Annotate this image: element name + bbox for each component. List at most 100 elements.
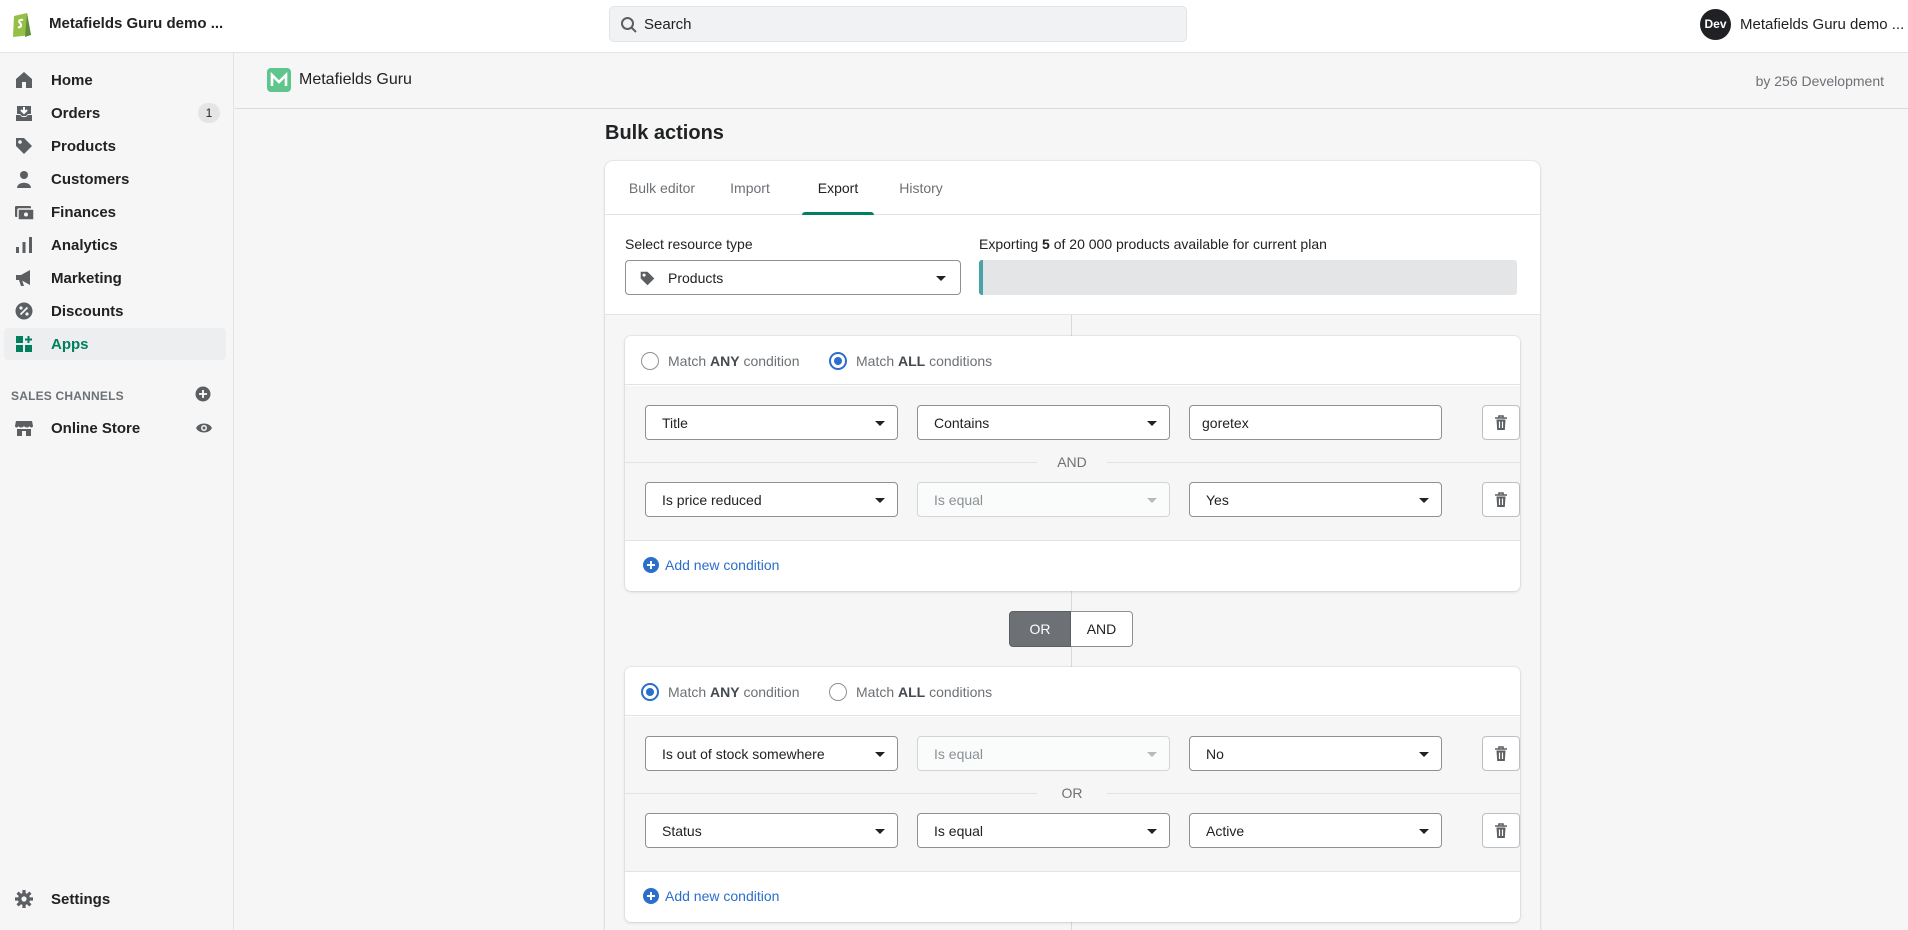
sidebar-item-settings[interactable]: Settings: [4, 883, 226, 915]
sidebar-item-online-store[interactable]: Online Store: [4, 412, 226, 444]
search-input[interactable]: [644, 7, 1174, 41]
tag-icon: [640, 271, 655, 286]
export-quota-progress: [979, 260, 1517, 295]
match-all-label[interactable]: Match ALL conditions: [856, 353, 992, 369]
finances-icon: [15, 206, 34, 221]
delete-condition-button[interactable]: [1482, 736, 1520, 771]
app-logo-icon: [267, 68, 291, 92]
caret-down-icon: [875, 829, 885, 834]
sidebar-item-marketing[interactable]: Marketing: [4, 262, 226, 294]
match-any-label[interactable]: Match ANY condition: [668, 353, 800, 369]
tab-bulk-editor[interactable]: Bulk editor: [617, 161, 707, 215]
app-developer: by 256 Development: [1755, 73, 1884, 89]
shop-name[interactable]: Metafields Guru demo ...: [49, 15, 223, 32]
caret-down-icon: [875, 498, 885, 503]
condition-group: Match ANY condition Match ALL conditions…: [625, 667, 1520, 922]
sidebar-item-home[interactable]: Home: [4, 64, 226, 96]
sidebar-item-label: Orders: [51, 105, 101, 122]
caret-down-icon: [875, 752, 885, 757]
gear-icon: [15, 890, 33, 908]
user-name[interactable]: Metafields Guru demo ...: [1740, 16, 1904, 33]
caret-down-icon: [1419, 829, 1429, 834]
eye-icon[interactable]: [195, 421, 213, 435]
condition-operator-select: Is equal: [917, 482, 1170, 517]
match-all-radio[interactable]: [829, 352, 847, 370]
trash-icon: [1495, 415, 1507, 430]
sidebar-item-label: Online Store: [51, 420, 141, 437]
sidebar-item-products[interactable]: Products: [4, 130, 226, 162]
filter-area: Match ANY condition Match ALL conditions…: [605, 314, 1540, 930]
condition-divider: [625, 540, 1520, 541]
match-any-radio[interactable]: [641, 683, 659, 701]
sidebar-item-analytics[interactable]: Analytics: [4, 229, 226, 261]
sidebar-item-customers[interactable]: Customers: [4, 163, 226, 195]
avatar[interactable]: Dev: [1700, 9, 1731, 40]
condition-value-select[interactable]: Yes: [1189, 482, 1442, 517]
plus-circle-icon: [643, 557, 659, 573]
tab-history[interactable]: History: [889, 161, 953, 215]
bulk-actions-card: Bulk editor Import Export History Select…: [605, 161, 1540, 930]
sidebar-item-discounts[interactable]: Discounts: [4, 295, 226, 327]
orders-icon: [16, 106, 32, 121]
sidebar-item-orders[interactable]: Orders 1: [4, 97, 226, 129]
group-joiner-or-button[interactable]: OR: [1009, 611, 1071, 647]
tab-import[interactable]: Import: [719, 161, 781, 215]
trash-icon: [1495, 492, 1507, 507]
tag-icon: [16, 138, 32, 154]
sidebar-item-label: Home: [51, 72, 93, 89]
condition-operator-select[interactable]: Contains: [917, 405, 1170, 440]
match-all-label[interactable]: Match ALL conditions: [856, 684, 992, 700]
trash-icon: [1495, 823, 1507, 838]
condition-field-select[interactable]: Title: [645, 405, 898, 440]
sidebar-item-label: Settings: [51, 891, 111, 908]
export-quota-text: Exporting 5 of 20 000 products available…: [979, 236, 1327, 252]
condition-value-select[interactable]: No: [1189, 736, 1442, 771]
condition-value-select[interactable]: Active: [1189, 813, 1442, 848]
search-icon: [621, 17, 637, 33]
app-title: Metafields Guru: [299, 71, 412, 88]
quota-prefix: Exporting: [979, 236, 1043, 252]
condition-field-select[interactable]: Status: [645, 813, 898, 848]
match-any-radio[interactable]: [641, 352, 659, 370]
sidebar-item-label: Customers: [51, 171, 130, 188]
shopify-logo-icon[interactable]: [10, 10, 34, 38]
trash-icon: [1495, 746, 1507, 761]
home-icon: [16, 72, 32, 88]
delete-condition-button[interactable]: [1482, 405, 1520, 440]
condition-group: Match ANY condition Match ALL conditions…: [625, 336, 1520, 591]
megaphone-icon: [16, 270, 30, 286]
sidebar-item-label: Apps: [51, 336, 89, 353]
resource-type-label: Select resource type: [625, 236, 753, 252]
person-icon: [17, 171, 31, 188]
match-any-label[interactable]: Match ANY condition: [668, 684, 800, 700]
sidebar-item-apps[interactable]: Apps: [4, 328, 226, 360]
caret-down-icon: [1147, 752, 1157, 757]
delete-condition-button[interactable]: [1482, 813, 1520, 848]
condition-divider: [625, 871, 1520, 872]
page-title: Bulk actions: [605, 122, 724, 144]
condition-value-input[interactable]: [1189, 405, 1442, 440]
caret-down-icon: [1147, 829, 1157, 834]
condition-field-select[interactable]: Is out of stock somewhere: [645, 736, 898, 771]
group-match-header: Match ANY condition Match ALL conditions: [625, 667, 1520, 716]
delete-condition-button[interactable]: [1482, 482, 1520, 517]
sidebar-item-label: Marketing: [51, 270, 122, 287]
caret-down-icon: [1419, 752, 1429, 757]
caret-down-icon: [875, 421, 885, 426]
orders-count-badge: 1: [198, 103, 220, 123]
search-bar[interactable]: [609, 6, 1187, 42]
tab-export[interactable]: Export: [802, 161, 874, 215]
condition-field-select[interactable]: Is price reduced: [645, 482, 898, 517]
sidebar-item-label: Analytics: [51, 237, 118, 254]
resource-type-select[interactable]: Products: [625, 260, 961, 295]
condition-operator-select: Is equal: [917, 736, 1170, 771]
match-all-radio[interactable]: [829, 683, 847, 701]
store-icon: [15, 421, 33, 436]
condition-operator-select[interactable]: Is equal: [917, 813, 1170, 848]
group-joiner-and-button[interactable]: AND: [1071, 611, 1133, 647]
add-circle-icon[interactable]: [195, 386, 211, 402]
sidebar-item-finances[interactable]: Finances: [4, 196, 226, 228]
sidebar-item-label: Discounts: [51, 303, 124, 320]
progress-fill: [979, 260, 983, 295]
sidebar: Home Orders 1 Products Customers Finance…: [0, 53, 234, 930]
